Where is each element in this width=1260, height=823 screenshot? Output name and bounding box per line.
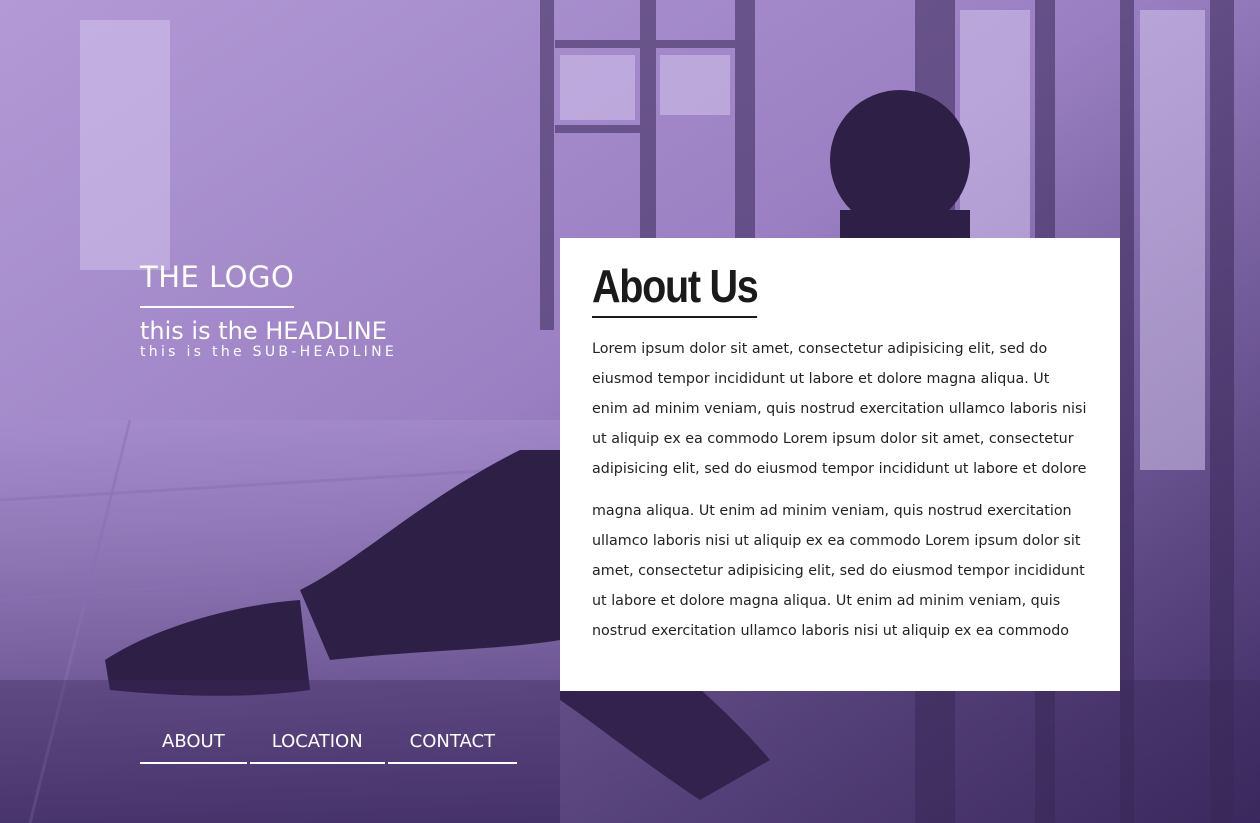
- about-us-card: About Us Lorem ipsum dolor sit amet, con…: [560, 238, 1120, 691]
- headline: this is the HEADLINE: [140, 317, 387, 345]
- nav-item-contact[interactable]: CONTACT: [387, 722, 518, 764]
- about-paragraph: Lorem ipsum dolor sit amet, consectetur …: [592, 341, 1087, 477]
- about-paragraph: magna aliqua. Ut enim ad minim veniam, q…: [592, 503, 1085, 639]
- page: THE LOGO this is the HEADLINE this is th…: [0, 0, 1260, 823]
- nav-item-about[interactable]: ABOUT: [140, 722, 247, 764]
- sub-headline: this is the SUB-HEADLINE: [140, 344, 398, 360]
- site-logo[interactable]: THE LOGO: [140, 258, 295, 308]
- main-navigation: ABOUT LOCATION CONTACT: [140, 722, 520, 764]
- brand-block: THE LOGO this is the HEADLINE this is th…: [140, 258, 397, 360]
- nav-item-location[interactable]: LOCATION: [249, 722, 385, 764]
- about-title: About Us: [592, 260, 759, 318]
